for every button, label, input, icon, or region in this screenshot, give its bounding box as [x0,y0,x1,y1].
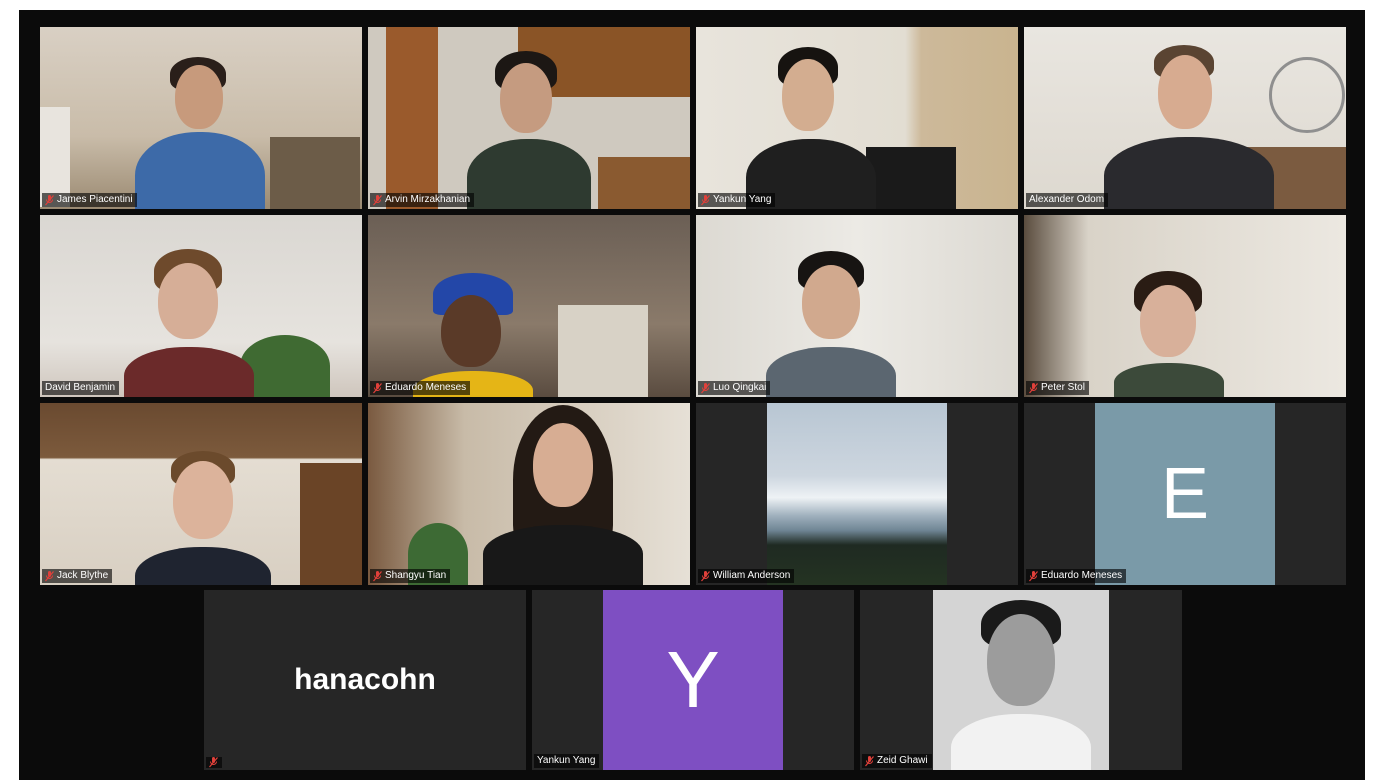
participant-name-label: Yankun Yang [698,193,776,207]
profile-photo [767,403,947,585]
name-tile-hanacohn[interactable]: hanacohn [204,590,526,770]
video-feed [1024,215,1346,397]
muted-mic-icon [865,755,874,766]
video-tile-shangyu-tian[interactable]: Shangyu Tian [368,403,690,585]
video-feed [1024,27,1346,209]
muted-mic-icon [45,570,54,581]
video-feed [40,215,362,397]
participant-display-name: hanacohn [294,663,436,696]
video-tile-james-piacentini[interactable]: James Piacentini [40,27,362,209]
video-tile-luo-qingkai[interactable]: Luo Qingkai [696,215,1018,397]
video-tile-david-benjamin[interactable]: David Benjamin [40,215,362,397]
gallery-view: James Piacentini Arvin Mirzakhanian Yank… [19,10,1365,780]
participant-name-label: Peter Stol [1026,381,1089,395]
avatar-letter: Y [603,590,783,770]
video-feed [696,215,1018,397]
video-feed [368,27,690,209]
muted-mic-icon [209,757,218,768]
participant-name-label: Arvin Mirzakhanian [370,193,475,207]
avatar-tile-eduardo-meneses[interactable]: E Eduardo Meneses [1024,403,1346,585]
video-tile-alexander-odom[interactable]: Alexander Odom [1024,27,1346,209]
muted-mic-icon [373,382,382,393]
profile-photo [933,590,1109,770]
participant-name-label: Yankun Yang [534,754,600,768]
participant-name-label: David Benjamin [42,381,120,395]
video-tile-jack-blythe[interactable]: Jack Blythe [40,403,362,585]
muted-mic-icon [1029,570,1038,581]
avatar-tile-yankun-yang[interactable]: Y Yankun Yang [532,590,854,770]
video-tile-peter-stol[interactable]: Peter Stol [1024,215,1346,397]
video-feed [40,27,362,209]
muted-mic-icon [701,570,710,581]
video-feed [368,215,690,397]
video-tile-eduardo-meneses[interactable]: Eduardo Meneses [368,215,690,397]
muted-mic-icon [1029,382,1038,393]
participant-name-label: Eduardo Meneses [1026,569,1127,583]
muted-mic-icon [701,194,710,205]
participant-name-label: Eduardo Meneses [370,381,471,395]
participant-name-label [206,757,222,768]
muted-mic-icon [373,570,382,581]
video-tile-yankun-yang[interactable]: Yankun Yang [696,27,1018,209]
video-feed [696,27,1018,209]
participant-name-label: Jack Blythe [42,569,113,583]
participant-name-label: Shangyu Tian [370,569,451,583]
participant-name-label: James Piacentini [42,193,137,207]
participant-name-label: Alexander Odom [1026,193,1109,207]
participant-name-label: William Anderson [698,569,795,583]
video-feed [368,403,690,585]
avatar-letter: E [1095,403,1275,585]
muted-mic-icon [701,382,710,393]
avatar-tile-william-anderson[interactable]: William Anderson [696,403,1018,585]
muted-mic-icon [45,194,54,205]
muted-mic-icon [373,194,382,205]
participant-name-label: Luo Qingkai [698,381,771,395]
avatar-tile-zeid-ghawi[interactable]: Zeid Ghawi [860,590,1182,770]
video-tile-arvin-mirzakhanian[interactable]: Arvin Mirzakhanian [368,27,690,209]
participant-name-label: Zeid Ghawi [862,754,932,768]
video-feed [40,403,362,585]
